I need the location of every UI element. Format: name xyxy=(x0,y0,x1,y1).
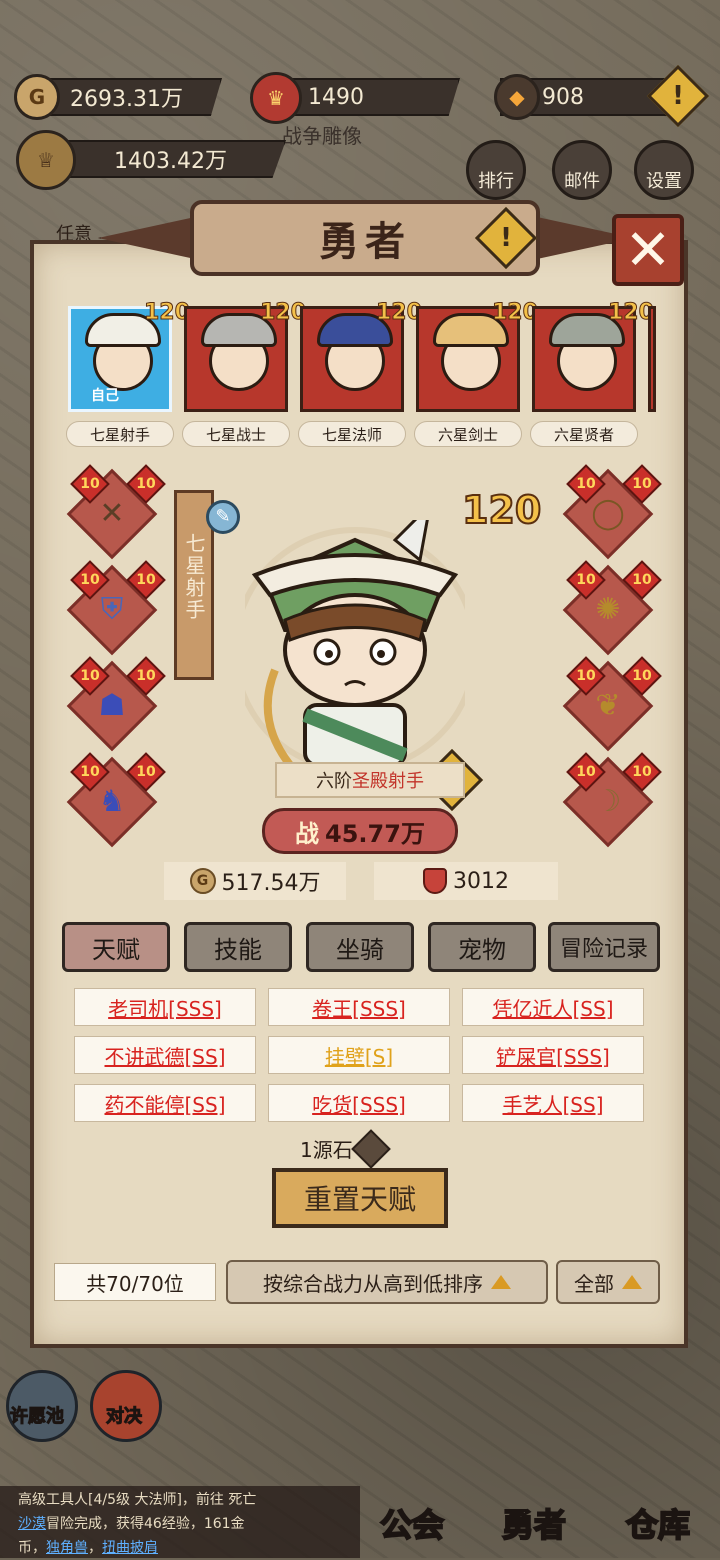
hero-card-tag: 七星法师 xyxy=(298,421,406,447)
necklace-icon: ◯ xyxy=(591,496,625,531)
talent-item[interactable]: 挂壁[S] xyxy=(268,1036,450,1074)
log-separator: ， xyxy=(88,1540,102,1556)
log-line-1: 高级工具人[4/5级 大法师]，前往 死亡 xyxy=(18,1492,257,1508)
log-line-2-text: 冒险完成，获得46经验，161金 xyxy=(46,1516,245,1532)
log-item-link-1[interactable]: 独角兽 xyxy=(46,1540,88,1556)
hero-card[interactable] xyxy=(648,306,656,412)
gold-coin-icon: G xyxy=(14,74,60,120)
hero-count: 共70/70位 xyxy=(54,1263,216,1301)
duel-label: 对决 xyxy=(106,1406,143,1428)
settings-button[interactable]: 设置 xyxy=(634,140,694,200)
close-button[interactable]: ✕ xyxy=(612,214,684,286)
armor-icon: ⛨ xyxy=(100,592,124,627)
panel-title: 勇者 xyxy=(319,218,411,265)
gold-bar: 2693.31万 xyxy=(36,78,222,116)
hero-level: 120 xyxy=(461,487,542,533)
sort-button[interactable]: 按综合战力从高到低排序 xyxy=(226,1260,548,1304)
hero-card-tag: 七星战士 xyxy=(182,421,290,447)
wish-pool-label: 许愿池 xyxy=(10,1406,65,1428)
rank-name: 圣殿射手 xyxy=(352,771,424,792)
power-total-bar: 1403.42万 xyxy=(60,140,286,178)
mail-button[interactable]: 邮件 xyxy=(552,140,612,200)
talent-item[interactable]: 手艺人[SS] xyxy=(462,1084,644,1122)
source-stone-icon: ◆ xyxy=(494,74,540,120)
talent-item[interactable]: 凭亿近人[SS] xyxy=(462,988,644,1026)
ranking-button[interactable]: 排行 xyxy=(466,140,526,200)
close-icon: ✕ xyxy=(624,217,672,283)
power-total-value: 1403.42万 xyxy=(114,149,227,174)
reset-cost-text: 1源石 xyxy=(300,1138,353,1162)
tab-3[interactable]: 宠物 xyxy=(428,922,536,972)
crown-icon: ♕ xyxy=(16,130,76,190)
sort-arrow-up-icon xyxy=(491,1275,511,1289)
talent-item[interactable]: 卷王[SSS] xyxy=(268,988,450,1026)
sort-label: 按综合战力从高到低排序 xyxy=(263,1271,483,1296)
medal-shield-icon xyxy=(423,868,447,894)
talent-item[interactable]: 老司机[SSS] xyxy=(74,988,256,1026)
talent-item[interactable]: 吃货[SSS] xyxy=(268,1084,450,1122)
tab-0[interactable]: 天赋 xyxy=(62,922,170,972)
rank-prefix: 六阶 xyxy=(316,771,352,792)
source-stone-icon xyxy=(350,1128,391,1169)
stone-value: 908 xyxy=(542,84,584,110)
gold-coin-icon: G xyxy=(189,868,216,894)
feather-gem-icon[interactable]: ✎ xyxy=(206,500,240,534)
battle-power-icon: 战 xyxy=(295,819,320,848)
hero-gold-value: 517.54万 xyxy=(221,871,321,896)
reset-talent-button[interactable]: 重置天赋 xyxy=(272,1168,448,1228)
gold-value: 2693.31万 xyxy=(70,87,183,112)
filter-button[interactable]: 全部 xyxy=(556,1260,660,1304)
hero-card-tag: 六星剑士 xyxy=(414,421,522,447)
hero-rank: 六阶 圣殿射手 xyxy=(275,762,465,798)
adventure-log: 高级工具人[4/5级 大法师]，前往 死亡 沙漠冒险完成，获得46经验，161金… xyxy=(0,1486,360,1558)
log-line-3-text: 币， xyxy=(18,1540,46,1556)
hero-medal-value: 3012 xyxy=(453,868,509,894)
log-location-link[interactable]: 沙漠 xyxy=(18,1516,46,1532)
hero-medal-stat: 3012 xyxy=(374,862,558,900)
medal-value: 1490 xyxy=(308,84,364,110)
hero-power-value: 45.77万 xyxy=(325,819,425,848)
hero-card-tag: 六星贤者 xyxy=(530,421,638,447)
tab-2[interactable]: 坐骑 xyxy=(306,922,414,972)
filter-arrow-up-icon xyxy=(622,1275,642,1289)
ring-icon: ✺ xyxy=(595,592,621,627)
log-item-link-2[interactable]: 扭曲披肩 xyxy=(102,1540,158,1556)
class-banner-text: 七星射手 xyxy=(182,533,206,621)
tab-1[interactable]: 技能 xyxy=(184,922,292,972)
nav-hero[interactable]: 勇者 xyxy=(501,1500,567,1546)
talent-item[interactable]: 铲屎官[SSS] xyxy=(462,1036,644,1074)
reset-cost: 1源石 xyxy=(300,1128,391,1169)
filter-label: 全部 xyxy=(574,1271,614,1296)
hero-card-tag: 七星射手 xyxy=(66,421,174,447)
helmet-icon: ☗ xyxy=(98,688,126,723)
hero-portrait xyxy=(245,520,465,770)
crossbow-icon: ✕ xyxy=(99,496,125,531)
nav-guild[interactable]: 公会 xyxy=(379,1500,445,1546)
self-label: 自己 xyxy=(91,388,119,404)
tab-4[interactable]: 冒险记录 xyxy=(548,922,660,972)
log-line-2: 沙漠冒险完成，获得46经验，161金 xyxy=(18,1512,342,1536)
wing-icon: ❦ xyxy=(595,688,621,723)
talent-item[interactable]: 药不能停[SS] xyxy=(74,1084,256,1122)
war-statue-label: 战争雕像 xyxy=(282,124,362,148)
boots-icon: ♞ xyxy=(98,784,126,819)
talent-item[interactable]: 不讲武德[SS] xyxy=(74,1036,256,1074)
hero-power: 战 45.77万 xyxy=(262,808,458,854)
medal-shield-icon: ♛ xyxy=(250,72,302,124)
hero-gold-stat: G 517.54万 xyxy=(164,862,346,900)
bow-icon: ☽ xyxy=(594,784,622,819)
nav-storage[interactable]: 仓库 xyxy=(625,1500,691,1546)
log-line-3: 币，独角兽，扭曲披肩 xyxy=(18,1536,342,1560)
